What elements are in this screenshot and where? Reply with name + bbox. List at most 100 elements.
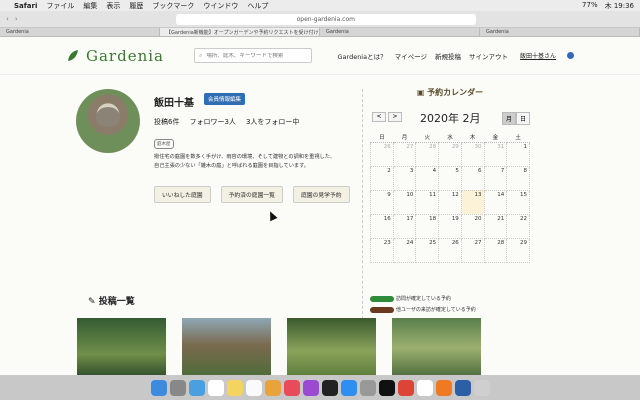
follower-count[interactable]: フォロワー3人 (189, 117, 235, 127)
nav-mypage[interactable]: マイページ (395, 51, 427, 61)
battery-status[interactable]: 77% (582, 1, 598, 11)
menu-app[interactable]: Safari (14, 2, 37, 10)
next-month-button[interactable]: > (388, 112, 402, 122)
liked-gardens-button[interactable]: いいねした庭園 (154, 186, 211, 203)
prev-month-button[interactable]: < (372, 112, 386, 122)
post-count[interactable]: 投稿6件 (154, 117, 179, 127)
tab-4[interactable]: Gardenia (480, 28, 640, 36)
reservation-calendar: ▣ 予約カレンダー < > 2020年 2月 月 日 日 月 火 水 木 金 土… (370, 87, 531, 263)
calendar-day[interactable]: 25 (415, 237, 440, 263)
calendar-day[interactable]: 12 (438, 189, 462, 215)
menu-view[interactable]: 表示 (106, 1, 120, 11)
sublime-icon[interactable] (435, 379, 452, 396)
calendar-day[interactable]: 21 (483, 213, 508, 239)
post-thumbnail[interactable] (392, 318, 481, 375)
nav-about[interactable]: Gardeniaとは？ (337, 51, 386, 61)
site-logo[interactable]: Gardenia (66, 47, 164, 65)
calendar-day[interactable]: 15 (506, 189, 530, 215)
posts-title-text: 投稿一覧 (98, 297, 135, 307)
calendar-day[interactable]: 20 (460, 213, 485, 239)
visit-reservation-button[interactable]: 庭園の見学予約 (292, 186, 350, 203)
finder-icon[interactable] (150, 379, 167, 396)
slack-icon[interactable] (416, 379, 433, 396)
calendar-day[interactable]: 14 (483, 189, 508, 215)
tv-icon[interactable] (321, 379, 338, 396)
calendar-day-today[interactable]: 13 (460, 189, 485, 215)
menu-history[interactable]: 履歴 (129, 1, 143, 11)
calendar-day[interactable]: 23 (370, 237, 394, 263)
tab-2[interactable]: 【Gardenia新機能】オープンガーデンや予約リクエストを受け付けるページを… (160, 28, 320, 36)
trash-icon[interactable] (473, 379, 490, 396)
music-icon[interactable] (283, 379, 300, 396)
calendar-day[interactable]: 6 (460, 165, 485, 191)
header-nav: Gardeniaとは？ マイページ 新規投稿 サインアウト 飯田十基さん (337, 51, 574, 61)
day-view-button[interactable]: 日 (516, 112, 531, 125)
app-store-icon[interactable] (340, 379, 357, 396)
calendar-day[interactable]: 7 (483, 165, 508, 191)
calendar-day[interactable]: 28 (483, 237, 508, 263)
calendar-app-icon[interactable] (207, 379, 224, 396)
avatar[interactable] (567, 52, 574, 59)
nav-new-post[interactable]: 新規投稿 (435, 51, 461, 61)
calendar-day[interactable]: 3 (392, 165, 417, 191)
calendar-day[interactable]: 28 (415, 141, 440, 167)
menu-window[interactable]: ウインドウ (203, 1, 238, 11)
calendar-day[interactable]: 27 (392, 141, 417, 167)
calendar-day[interactable]: 19 (438, 213, 462, 239)
calendar-day[interactable]: 16 (370, 213, 394, 239)
clock[interactable]: 木 19:36 (605, 1, 634, 11)
photos-icon[interactable] (264, 379, 281, 396)
profile-buttons: いいねした庭園 予約済の庭園一覧 庭園の見学予約 (154, 186, 350, 203)
month-view-button[interactable]: 月 (502, 112, 517, 125)
calendar-day[interactable]: 22 (506, 213, 530, 239)
calendar-day[interactable]: 2 (370, 165, 394, 191)
calendar-day[interactable]: 30 (460, 141, 485, 167)
calendar-day[interactable]: 9 (370, 189, 394, 215)
user-name[interactable]: 飯田十基さん (520, 51, 556, 60)
chrome-icon[interactable] (397, 379, 414, 396)
terminal-icon[interactable] (378, 379, 395, 396)
calendar-day[interactable]: 8 (506, 165, 530, 191)
back-icon[interactable]: ‹ (6, 15, 9, 23)
search-input[interactable] (206, 52, 307, 59)
search-box[interactable]: ⌕ (193, 48, 312, 63)
tab-1[interactable]: Gardenia (0, 28, 160, 36)
calendar-day[interactable]: 26 (370, 141, 394, 167)
calendar-day[interactable]: 26 (438, 237, 462, 263)
calendar-day[interactable]: 29 (438, 141, 462, 167)
post-thumbnail[interactable] (182, 318, 271, 375)
calendar-day[interactable]: 5 (438, 165, 462, 191)
calendar-day[interactable]: 10 (392, 189, 417, 215)
calendar-day[interactable]: 24 (392, 237, 417, 263)
menu-help[interactable]: ヘルプ (247, 1, 268, 11)
following-count[interactable]: 3人をフォロー中 (246, 117, 299, 127)
address-bar[interactable]: open-gardenia.com (175, 13, 476, 25)
calendar-day[interactable]: 11 (415, 189, 440, 215)
post-thumbnail[interactable] (77, 318, 166, 375)
calendar-legend: 訪問が確定している予約 他ユーザの来訪が確定している予約 (370, 295, 476, 317)
mouse-cursor (266, 209, 278, 222)
launchpad-icon[interactable] (169, 379, 186, 396)
podcasts-icon[interactable] (302, 379, 319, 396)
menu-edit[interactable]: 編集 (83, 1, 97, 11)
menu-bookmarks[interactable]: ブックマーク (152, 1, 194, 11)
safari-icon[interactable] (188, 379, 205, 396)
forward-icon[interactable]: › (15, 15, 18, 23)
calendar-day[interactable]: 31 (483, 141, 508, 167)
nav-signout[interactable]: サインアウト (469, 51, 508, 61)
calendar-day[interactable]: 4 (415, 165, 440, 191)
system-preferences-icon[interactable] (359, 379, 376, 396)
calendar-day[interactable]: 29 (506, 237, 530, 263)
calendar-day[interactable]: 27 (460, 237, 485, 263)
reminders-icon[interactable] (245, 379, 262, 396)
calendar-day[interactable]: 17 (392, 213, 417, 239)
notes-icon[interactable] (226, 379, 243, 396)
reserved-gardens-button[interactable]: 予約済の庭園一覧 (220, 186, 283, 203)
post-thumbnail[interactable] (287, 318, 376, 375)
tab-3[interactable]: Gardenia (320, 28, 480, 36)
calendar-day[interactable]: 1 (506, 141, 530, 167)
edit-profile-button[interactable]: 会員情報編集 (204, 93, 246, 105)
calendar-day[interactable]: 18 (415, 213, 440, 239)
virtualbox-icon[interactable] (454, 379, 471, 396)
menu-file[interactable]: ファイル (46, 1, 74, 11)
